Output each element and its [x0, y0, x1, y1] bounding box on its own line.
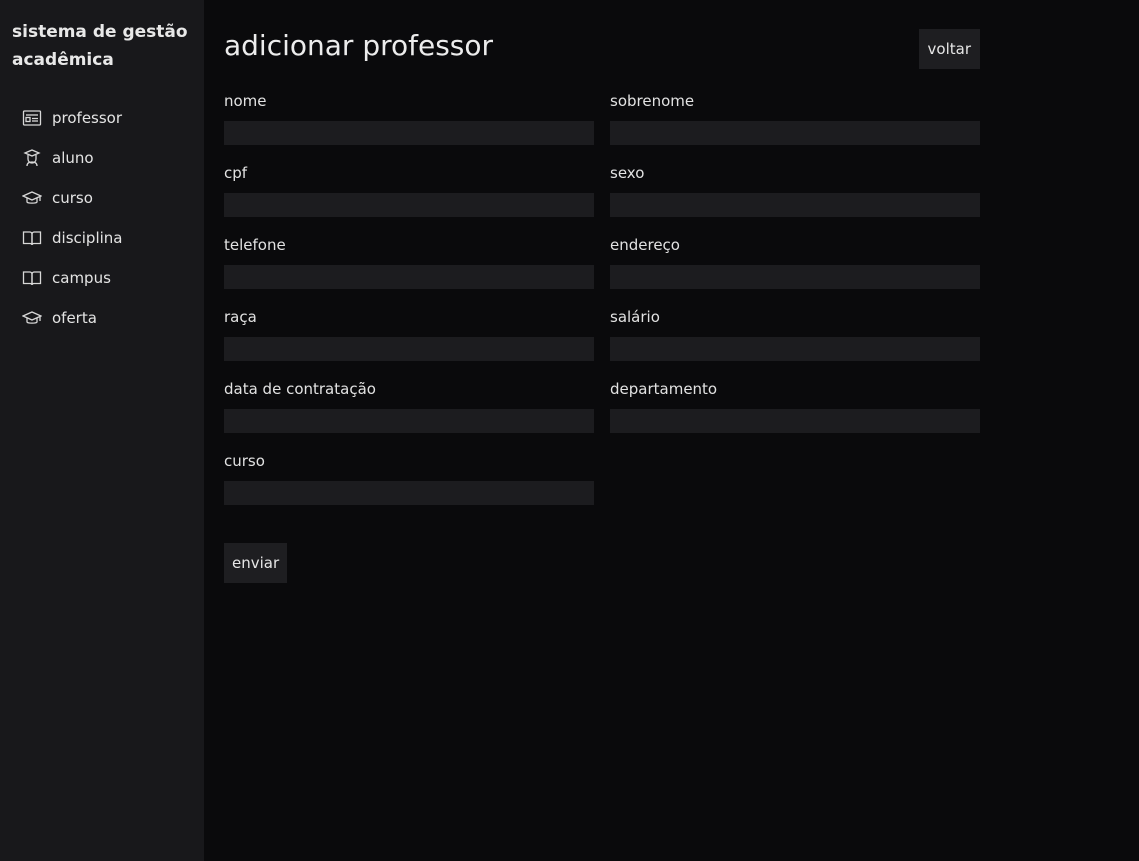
field-label: raça [224, 308, 257, 326]
field-salario: salário [610, 307, 980, 379]
field-label: data de contratação [224, 380, 376, 398]
sexo-input[interactable] [610, 193, 980, 217]
field-endereco: endereço [610, 235, 980, 307]
field-label: departamento [610, 380, 718, 398]
field-telefone: telefone [224, 235, 594, 307]
app-brand: sistema de gestão acadêmica [12, 22, 188, 70]
graduation-cap-icon [22, 308, 42, 328]
telefone-input[interactable] [224, 265, 594, 289]
page-title: adicionar professor [224, 29, 494, 62]
field-cpf: cpf [224, 163, 594, 235]
field-departamento: departamento [610, 379, 980, 451]
page-header: adicionar professor voltar [224, 0, 980, 70]
sidebar-item-disciplina[interactable]: disciplina [12, 218, 204, 258]
field-label: sexo [610, 164, 645, 182]
student-icon [22, 148, 42, 168]
raca-input[interactable] [224, 337, 594, 361]
field-sobrenome: sobrenome [610, 91, 980, 163]
app: sistema de gestão acadêmica professor al… [0, 0, 1139, 861]
sidebar-item-professor[interactable]: professor [12, 98, 204, 138]
field-label: nome [224, 92, 267, 110]
field-nome: nome [224, 91, 594, 163]
sobrenome-input[interactable] [610, 121, 980, 145]
field-curso: curso [224, 451, 594, 523]
book-icon [22, 228, 42, 248]
add-professor-form: nome sobrenome cpf sexo telefone endereç… [224, 91, 980, 523]
sidebar-item-label: disciplina [52, 229, 123, 247]
submit-button[interactable]: enviar [224, 543, 288, 583]
data-contratacao-input[interactable] [224, 409, 594, 433]
field-raca: raça [224, 307, 594, 379]
curso-input[interactable] [224, 481, 594, 505]
back-button[interactable]: voltar [918, 29, 980, 69]
field-label: salário [610, 308, 660, 326]
field-label: telefone [224, 236, 286, 254]
field-label: curso [224, 452, 265, 470]
sidebar-item-label: curso [52, 189, 93, 207]
sidebar-item-label: oferta [52, 309, 97, 327]
id-card-icon [22, 108, 42, 128]
endereco-input[interactable] [610, 265, 980, 289]
main-content: adicionar professor voltar nome sobrenom… [204, 0, 1139, 861]
sidebar-item-label: professor [52, 109, 123, 127]
salario-input[interactable] [610, 337, 980, 361]
sidebar-item-oferta[interactable]: oferta [12, 298, 204, 338]
book-icon [22, 268, 42, 288]
field-label: endereço [610, 236, 680, 254]
field-label: cpf [224, 164, 248, 182]
field-label: sobrenome [610, 92, 695, 110]
graduation-cap-icon [22, 188, 42, 208]
nome-input[interactable] [224, 121, 594, 145]
departamento-input[interactable] [610, 409, 980, 433]
sidebar-item-campus[interactable]: campus [12, 258, 204, 298]
sidebar-item-label: campus [52, 269, 111, 287]
field-sexo: sexo [610, 163, 980, 235]
sidebar-item-label: aluno [52, 149, 94, 167]
sidebar-item-curso[interactable]: curso [12, 178, 204, 218]
field-data-contratacao: data de contratação [224, 379, 594, 451]
sidebar: sistema de gestão acadêmica professor al… [0, 0, 204, 861]
cpf-input[interactable] [224, 193, 594, 217]
sidebar-item-aluno[interactable]: aluno [12, 138, 204, 178]
